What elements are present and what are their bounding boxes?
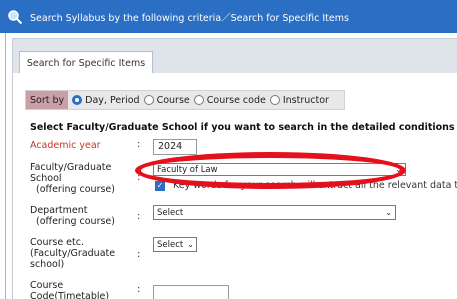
chevron-down-icon: ⌄ (187, 240, 194, 249)
sort-option-instructor[interactable]: Instructor (269, 94, 329, 106)
sort-by-bar: Sort by Day, Period Course Course code I… (25, 90, 345, 110)
academic-year-input[interactable]: 2024 (153, 139, 197, 155)
radio-icon[interactable] (143, 95, 154, 105)
radio-icon[interactable] (269, 95, 280, 105)
course-code-input[interactable] (153, 285, 229, 299)
sort-option-label: Course (156, 94, 190, 106)
sort-option-label: Instructor (282, 94, 329, 106)
course-code-label-line: Code(Timetable) (30, 291, 110, 299)
course-etc-label-line: Course etc. (30, 237, 84, 248)
course-code-label: Course Code(Timetable) (30, 280, 109, 299)
sort-option-day-period[interactable]: Day, Period (72, 94, 140, 106)
academic-year-label: Academic year (30, 140, 101, 151)
sort-option-course[interactable]: Course (143, 94, 190, 106)
department-label-line: Department (30, 205, 88, 216)
sort-by-label: Sort by (26, 91, 69, 109)
colon: : (137, 284, 141, 295)
course-etc-label-line: school) (30, 259, 65, 270)
course-etc-label: Course etc. (Faculty/Graduate school) (30, 237, 115, 270)
department-select-value: Select (157, 207, 184, 218)
tab-search-specific-items[interactable]: Search for Specific Items (19, 51, 153, 75)
course-etc-select[interactable]: Select ⌄ (153, 237, 197, 252)
tab-strip: Search for Specific Items (12, 38, 457, 75)
colon: : (137, 211, 141, 222)
colon: : (137, 139, 141, 150)
highlight-ellipse-annotation (135, 152, 406, 189)
department-label-line: (offering course) (36, 216, 115, 227)
radio-icon[interactable] (193, 95, 204, 105)
sort-option-label: Day, Period (85, 94, 140, 106)
course-etc-label-line: (Faculty/Graduate (30, 248, 116, 259)
detailed-conditions-heading: Select Faculty/Graduate School if you wa… (30, 122, 457, 133)
window-titlebar: Search Syllabus by the following criteri… (0, 0, 457, 33)
course-etc-select-value: Select (157, 239, 184, 250)
course-code-label-line: Course (30, 280, 64, 291)
faculty-label-line: School (30, 173, 62, 184)
faculty-label-line: (offering course) (36, 184, 115, 195)
colon: : (137, 249, 141, 260)
window-title: Search Syllabus by the following criteri… (30, 12, 349, 24)
department-label: Department (offering course) (30, 205, 115, 227)
sort-option-course-code[interactable]: Course code (193, 94, 266, 106)
faculty-label-line: Faculty/Graduate (30, 162, 112, 173)
search-icon (4, 6, 26, 28)
chevron-down-icon: ⌄ (385, 208, 392, 217)
faculty-label: Faculty/Graduate School (offering course… (30, 162, 115, 195)
department-select[interactable]: Select ⌄ (153, 205, 396, 220)
radio-selected-icon[interactable] (72, 95, 83, 105)
sort-option-label: Course code (206, 94, 266, 106)
